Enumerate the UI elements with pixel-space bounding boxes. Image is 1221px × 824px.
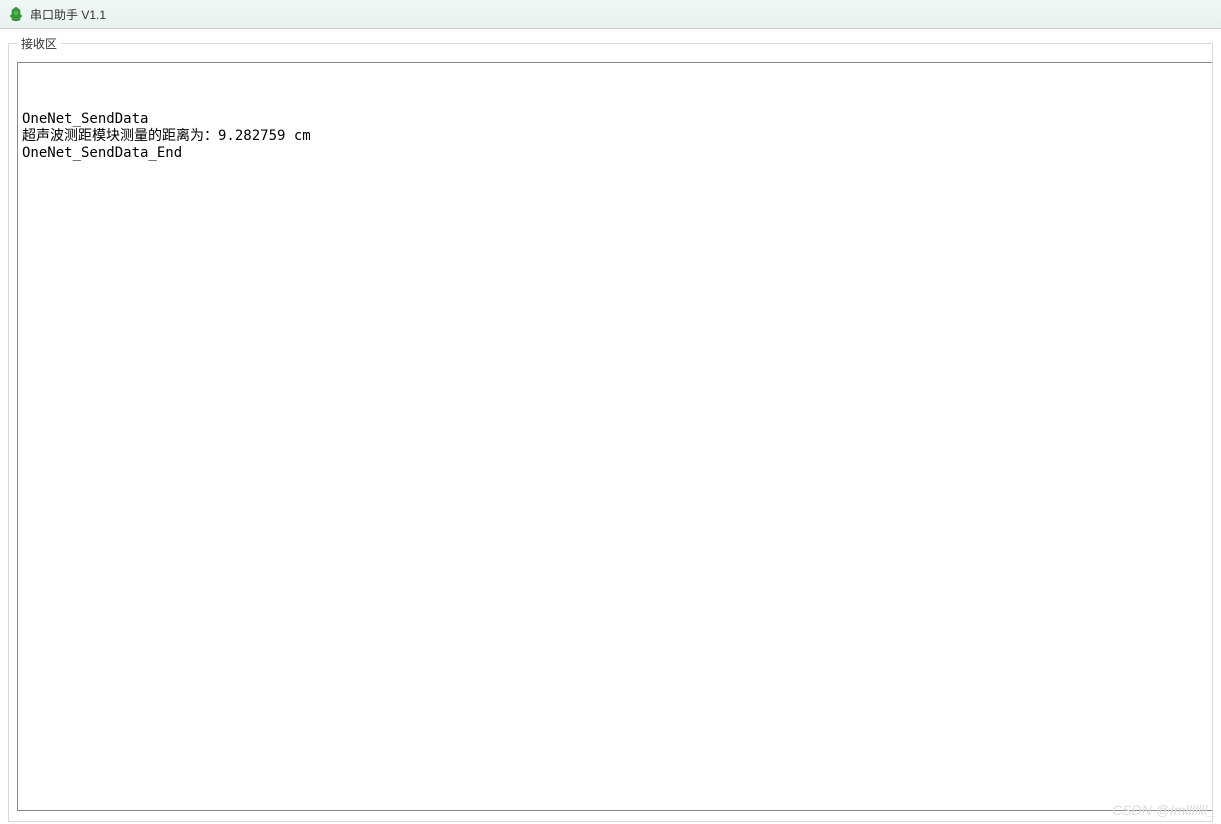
window-title: 串口助手 V1.1: [30, 6, 106, 23]
app-icon: [8, 6, 24, 22]
content-area: 接收区 OneNet_SendData 超声波测距模块测量的距离为：9.2827…: [0, 29, 1221, 824]
receive-groupbox: 接收区 OneNet_SendData 超声波测距模块测量的距离为：9.2827…: [8, 43, 1213, 822]
groupbox-label: 接收区: [17, 35, 61, 52]
titlebar: 串口助手 V1.1: [0, 0, 1221, 29]
receive-textarea[interactable]: OneNet_SendData 超声波测距模块测量的距离为：9.282759 c…: [17, 62, 1212, 811]
